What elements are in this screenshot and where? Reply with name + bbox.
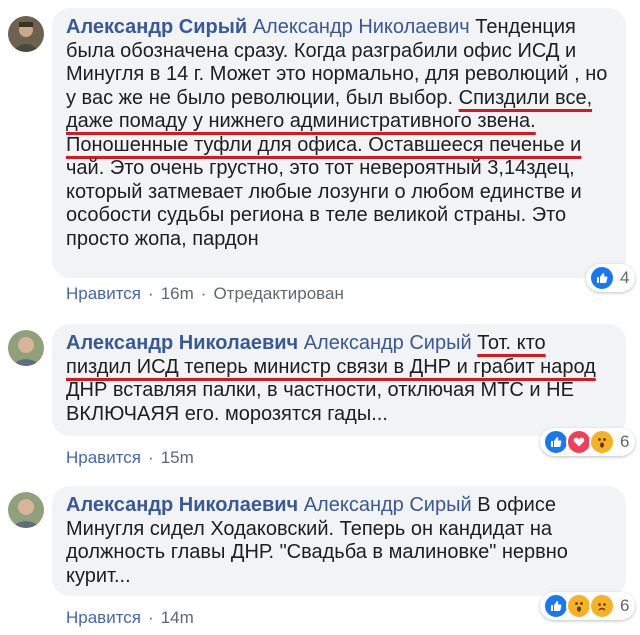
like-link[interactable]: Нравится [66, 448, 141, 467]
avatar-photo-icon [8, 16, 44, 52]
reaction-summary[interactable]: 6 [540, 592, 636, 620]
wow-icon [589, 429, 615, 455]
avatar[interactable] [8, 330, 44, 366]
avatar-photo-icon [8, 330, 44, 366]
sad-icon [589, 593, 615, 619]
comment-text-continued: чай. Это очень грустно, это тот невероят… [66, 157, 582, 250]
comment-time[interactable]: 15m [161, 448, 194, 467]
avatar[interactable] [8, 16, 44, 52]
comment-time[interactable]: 16m [161, 284, 194, 303]
edited-label[interactable]: Отредактирован [213, 284, 343, 303]
comment-text-continued: ДНР вставляя палки, в частности, отключа… [66, 379, 574, 425]
reaction-count: 6 [620, 432, 630, 451]
comment-author[interactable]: Александр Сирый [66, 16, 247, 38]
comment-author[interactable]: Александр Николаевич [66, 494, 298, 516]
comment-bubble: Александр Николаевич Александр Сирый Тот… [52, 324, 626, 436]
comment-mention[interactable]: Александр Сирый [304, 494, 472, 516]
comment-mention[interactable]: Александр Сирый [304, 332, 472, 354]
comment-meta: Нравится · 15m [66, 448, 194, 467]
comment-bubble: Александр Николаевич Александр Сирый В о… [52, 486, 626, 596]
comment-time[interactable]: 14m [161, 608, 194, 627]
like-icon [589, 265, 615, 291]
like-link[interactable]: Нравится [66, 608, 141, 627]
reaction-summary[interactable]: 6 [540, 428, 636, 456]
comment-bubble: Александр Сирый Александр Николаевич Тен… [52, 8, 626, 278]
comment-mention[interactable]: Александр Николаевич [253, 16, 470, 38]
avatar-photo-icon [8, 492, 44, 528]
like-link[interactable]: Нравится [66, 284, 141, 303]
comment-author[interactable]: Александр Николаевич [66, 332, 298, 354]
comment-meta: Нравится · 14m [66, 608, 194, 627]
comment-meta: Нравится · 16m · Отредактирован [66, 284, 344, 303]
reaction-count: 6 [620, 596, 630, 615]
avatar[interactable] [8, 492, 44, 528]
reaction-summary[interactable]: 4 [586, 264, 636, 292]
reaction-count: 4 [620, 268, 630, 287]
